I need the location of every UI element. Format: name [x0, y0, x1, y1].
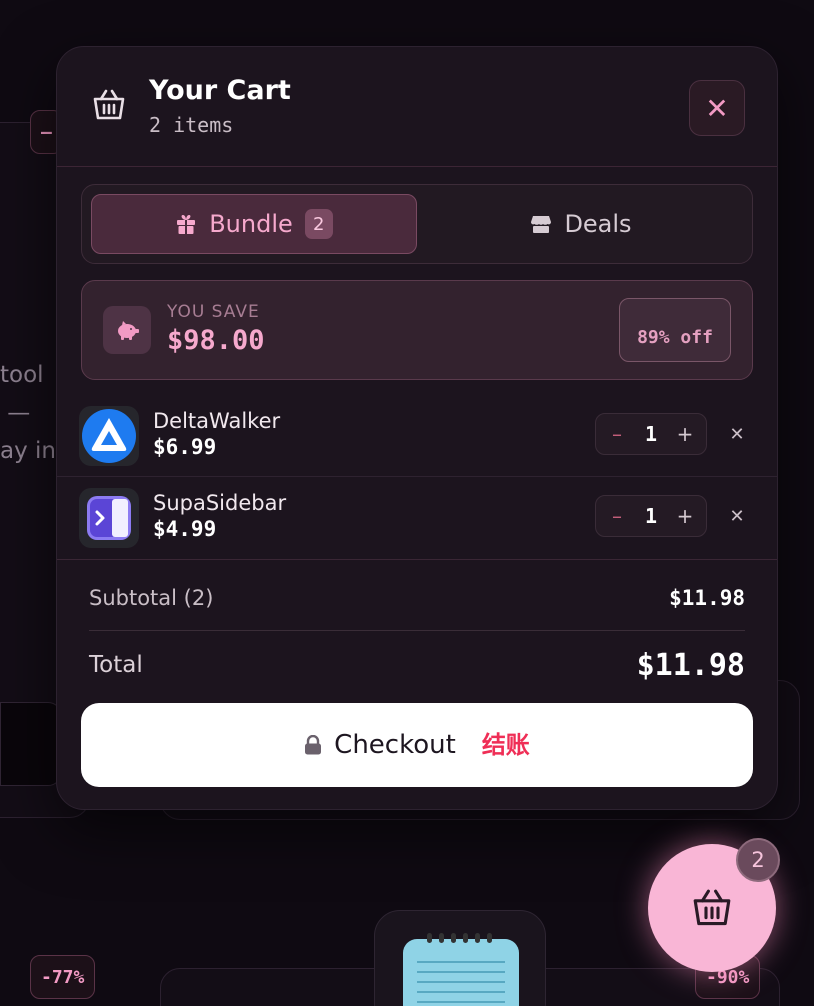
floating-cart-count-badge: 2 — [736, 838, 780, 882]
quantity-stepper: – 1 + — [595, 413, 707, 455]
total-value: $11.98 — [636, 648, 745, 683]
increase-quantity-button[interactable]: + — [670, 414, 700, 454]
tab-deals-label: Deals — [564, 210, 632, 238]
quantity-value: 1 — [644, 422, 658, 446]
quantity-stepper: – 1 + — [595, 495, 707, 537]
basket-icon — [93, 89, 125, 120]
remove-item-button[interactable]: ✕ — [723, 415, 751, 455]
close-button[interactable]: ✕ — [689, 80, 745, 136]
cart-tabs: Bundle 2 Deals — [81, 184, 753, 264]
item-price: $6.99 — [153, 435, 217, 459]
basket-icon — [693, 889, 731, 926]
tab-bundle-label: Bundle — [209, 210, 293, 238]
cart-header: Your Cart 2 items ✕ — [57, 47, 777, 167]
quantity-value: 1 — [644, 504, 658, 528]
gift-icon — [177, 215, 196, 234]
background-button[interactable] — [0, 702, 62, 786]
divider — [89, 630, 745, 631]
cart-item-count: 2 items — [149, 113, 234, 137]
tab-bundle[interactable]: Bundle 2 — [91, 194, 417, 254]
cart-title: Your Cart — [149, 75, 291, 106]
item-name: SupaSidebar — [153, 491, 287, 515]
total-row: Total $11.98 — [89, 648, 745, 688]
checkout-label: Checkout — [334, 730, 456, 760]
cart-panel: Your Cart 2 items ✕ Bundle 2 Deals YOU S… — [56, 46, 778, 810]
supasidebar-app-icon — [79, 488, 139, 548]
subtotal-label: Subtotal (2) — [89, 586, 214, 610]
subtotal-value: $11.98 — [669, 586, 745, 610]
notepad-app-tile[interactable] — [374, 910, 546, 1006]
decrease-quantity-button[interactable]: – — [602, 414, 632, 454]
tab-deals[interactable]: Deals — [418, 194, 744, 254]
cart-totals: Subtotal (2) $11.98 Total $11.98 — [57, 559, 777, 683]
storefront-icon — [531, 216, 552, 233]
cart-item: SupaSidebar $4.99 – 1 + ✕ — [57, 477, 777, 559]
background-text-line: ay in — [0, 438, 56, 464]
item-price: $4.99 — [153, 517, 217, 541]
subtotal-row: Subtotal (2) $11.98 — [89, 584, 745, 616]
savings-card: YOU SAVE $98.00 89% off — [81, 280, 753, 380]
cart-item: DeltaWalker $6.99 – 1 + ✕ — [57, 395, 777, 477]
background-text-line: — — [0, 400, 31, 426]
total-label: Total — [89, 652, 143, 678]
checkout-label-chinese: 结账 — [481, 730, 530, 759]
savings-amount: $98.00 — [167, 325, 265, 356]
tab-bundle-badge: 2 — [304, 209, 333, 239]
decrease-quantity-button[interactable]: – — [602, 496, 632, 536]
lock-icon — [305, 735, 322, 755]
item-name: DeltaWalker — [153, 409, 281, 433]
percent-off-badge: 89% off — [619, 298, 731, 362]
background-text-line: tool — [0, 362, 44, 388]
savings-label: YOU SAVE — [167, 302, 260, 322]
deltawalker-app-icon — [79, 406, 139, 466]
notepad-icon — [403, 933, 519, 1006]
checkout-button[interactable]: Checkout 结账 — [81, 703, 753, 787]
close-icon: ✕ — [705, 91, 729, 125]
background-discount-badge: -77% — [30, 955, 96, 999]
remove-item-button[interactable]: ✕ — [723, 497, 751, 537]
piggy-bank-icon — [103, 306, 151, 354]
increase-quantity-button[interactable]: + — [670, 496, 700, 536]
